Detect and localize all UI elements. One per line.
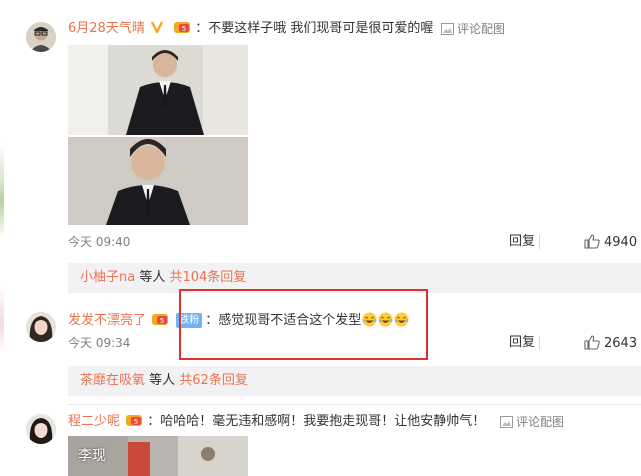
comment-line: 6月28天气晴 5 ：不要这样子哦 我们现哥可是很可爱的喔 <box>68 20 433 38</box>
commenter-avatar[interactable] <box>26 414 56 444</box>
like-button[interactable]: 2643 <box>584 335 637 352</box>
comment-photo[interactable] <box>68 45 248 225</box>
sub-reply-etc: 等人 <box>145 373 180 388</box>
comment-timestamp: 今天 09:40 <box>68 235 131 249</box>
left-edge-strip <box>0 0 4 476</box>
v-verified-icon <box>150 21 164 34</box>
sub-reply-username[interactable]: 小柚子na <box>80 270 135 285</box>
reply-button[interactable]: 回复 <box>509 335 535 351</box>
photo-caption: 李现 <box>78 448 106 464</box>
sub-replies-bar[interactable]: 茶靡在吸氧 等人 共62条回复 <box>68 366 641 396</box>
svg-text:5: 5 <box>182 25 186 33</box>
thumbs-up-icon <box>584 234 600 249</box>
like-button[interactable]: 4940 <box>584 234 637 251</box>
svg-text:5: 5 <box>160 317 164 325</box>
comment-username[interactable]: 6月28天气晴 <box>68 21 145 36</box>
reply-button[interactable]: 回复 <box>509 234 535 250</box>
highlight-annotation-box <box>179 289 428 360</box>
like-count: 2643 <box>604 336 638 351</box>
action-divider <box>539 235 540 249</box>
comment-text: ：不要这样子哦 我们现哥可是很可爱的喔 <box>195 21 434 36</box>
photo-man-in-suit-image <box>68 45 248 225</box>
avatar-image-girl <box>26 414 56 444</box>
comment-image-link[interactable]: 评论配图 <box>500 414 564 430</box>
comment-username[interactable]: 发发不漂亮了 <box>68 313 146 328</box>
avatar-image-man-glasses <box>26 22 56 52</box>
like-count: 4940 <box>604 235 638 250</box>
action-divider <box>539 336 540 350</box>
comment-username[interactable]: 程二少呢 <box>68 414 120 429</box>
commenter-avatar[interactable] <box>26 22 56 52</box>
thumbs-up-icon <box>584 335 600 350</box>
vip-crown-icon: 5 <box>174 22 191 33</box>
sub-reply-username[interactable]: 茶靡在吸氧 <box>80 373 145 388</box>
comment-image-label: 评论配图 <box>516 415 565 429</box>
sub-reply-etc: 等人 <box>135 270 170 285</box>
sub-reply-count-link[interactable]: 共104条回复 <box>169 270 246 285</box>
image-icon <box>441 23 454 35</box>
commenter-avatar[interactable] <box>26 312 56 342</box>
comment-text: ：哈哈哈！毫无违和感啊！我要抱走现哥！让他安静帅气！ <box>147 414 486 429</box>
comment-timestamp: 今天 09:34 <box>68 336 131 350</box>
comment-photo[interactable]: 李现 <box>68 436 248 476</box>
sub-reply-count-link[interactable]: 共62条回复 <box>179 373 248 388</box>
comment-divider <box>68 404 641 405</box>
comment-image-label: 评论配图 <box>457 22 506 36</box>
comment-image-link[interactable]: 评论配图 <box>441 21 505 37</box>
comment-line: 程二少呢 5 ：哈哈哈！毫无违和感啊！我要抱走现哥！让他安静帅气！ <box>68 413 485 431</box>
vip-crown-icon: 5 <box>152 314 169 325</box>
vip-crown-icon: 5 <box>126 415 143 426</box>
avatar-image-girl <box>26 312 56 342</box>
image-icon <box>500 416 513 428</box>
svg-text:5: 5 <box>134 418 138 426</box>
